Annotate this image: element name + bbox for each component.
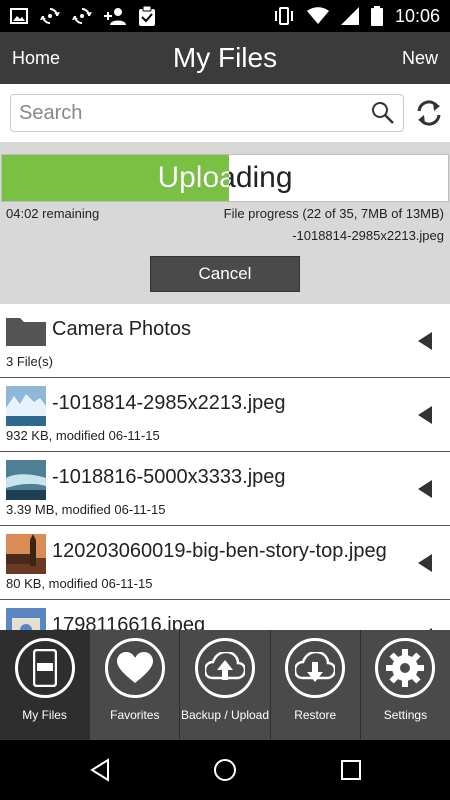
list-item-file[interactable]: -1018814-2985x2213.jpeg 932 KB, modified… xyxy=(0,378,450,452)
file-list: Camera Photos 3 File(s) -1018814-2985x22… xyxy=(0,304,450,630)
file-name: 120203060019-big-ben-story-top.jpeg xyxy=(52,540,387,562)
notification-icons xyxy=(10,6,156,26)
upload-current-file: -1018814-2985x2213.jpeg xyxy=(292,228,444,243)
vibrate-icon xyxy=(274,7,293,25)
app-header: Home My Files New xyxy=(0,32,450,84)
search-input[interactable] xyxy=(19,95,369,131)
heart-icon xyxy=(104,638,165,698)
list-item-file[interactable]: -1018816-5000x3333.jpeg 3.39 MB, modifie… xyxy=(0,452,450,526)
tab-my-files[interactable]: My Files xyxy=(0,630,91,740)
expand-arrow-icon[interactable] xyxy=(418,332,432,350)
system-icons: 10:06 xyxy=(273,6,440,27)
list-item-file[interactable]: 1798116616.jpeg xyxy=(0,600,450,630)
search-box xyxy=(10,94,404,132)
file-name: -1018816-5000x3333.jpeg xyxy=(52,466,286,488)
expand-arrow-icon[interactable] xyxy=(418,406,432,424)
home-button[interactable]: Home xyxy=(12,48,60,69)
upload-progress-bar: Uploading Uploading xyxy=(1,154,449,202)
wifi-icon xyxy=(306,7,329,24)
page-title: My Files xyxy=(172,42,278,73)
refresh-icon[interactable] xyxy=(414,98,444,128)
cloud-upload-icon xyxy=(195,638,255,698)
add-person-icon xyxy=(104,8,126,25)
file-meta: 932 KB, modified 06-11-15 xyxy=(6,428,160,443)
file-name: Camera Photos xyxy=(52,318,191,340)
bottom-tab-bar: My Files Favorites Backup / Upload Resto… xyxy=(0,630,450,740)
upload-remaining-time: 04:02 remaining xyxy=(6,206,100,221)
search-row xyxy=(0,84,450,142)
file-name: 1798116616.jpeg xyxy=(52,614,206,630)
gear-icon xyxy=(375,638,436,698)
tab-label: Backup / Upload xyxy=(180,708,270,722)
search-icon[interactable] xyxy=(371,101,395,125)
upload-progress-label-inverse: Uploading xyxy=(157,161,229,194)
tab-label: Settings xyxy=(383,708,428,722)
upload-panel: Uploading Uploading 04:02 remaining File… xyxy=(0,142,450,304)
clipboard-check-icon xyxy=(139,6,155,26)
upload-progress-label-overlay: Uploading xyxy=(2,155,229,201)
sync-icon xyxy=(40,8,60,24)
ice-thumbnail xyxy=(6,460,46,500)
tab-label: Restore xyxy=(294,708,337,722)
phone-icon xyxy=(14,638,75,698)
upload-file-progress: File progress (22 of 35, 7MB of 13MB) xyxy=(223,206,444,221)
folder-icon xyxy=(6,318,46,346)
list-item-file[interactable]: 120203060019-big-ben-story-top.jpeg 80 K… xyxy=(0,526,450,600)
tab-backup-upload[interactable]: Backup / Upload xyxy=(180,630,271,740)
file-meta: 80 KB, modified 06-11-15 xyxy=(6,576,153,591)
file-meta: 3.39 MB, modified 06-11-15 xyxy=(6,502,166,517)
tab-label: My Files xyxy=(22,708,67,722)
file-meta: 3 File(s) xyxy=(6,354,53,369)
file-name: -1018814-2985x2213.jpeg xyxy=(52,392,286,414)
sync-icon xyxy=(72,8,92,24)
list-item-folder[interactable]: Camera Photos 3 File(s) xyxy=(0,304,450,378)
tab-settings[interactable]: Settings xyxy=(361,630,450,740)
home-icon[interactable] xyxy=(213,758,237,782)
tab-favorites[interactable]: Favorites xyxy=(90,630,181,740)
cloud-download-icon xyxy=(285,638,346,698)
image-icon xyxy=(10,8,28,24)
signal-icon xyxy=(340,7,359,25)
cancel-button[interactable]: Cancel xyxy=(150,256,300,292)
tab-label: Favorites xyxy=(110,708,160,722)
battery-icon xyxy=(370,6,383,26)
back-icon[interactable] xyxy=(88,758,112,782)
expand-arrow-icon[interactable] xyxy=(418,554,432,572)
clock: 10:06 xyxy=(394,5,440,26)
new-button[interactable]: New xyxy=(402,48,438,69)
recents-icon[interactable] xyxy=(339,758,363,782)
glacier-thumbnail xyxy=(6,386,46,426)
expand-arrow-icon[interactable] xyxy=(418,480,432,498)
arch-thumbnail xyxy=(6,608,46,630)
big-ben-thumbnail xyxy=(6,534,46,574)
status-bar: 10:06 xyxy=(0,0,450,32)
android-nav-bar xyxy=(0,740,450,800)
tab-restore[interactable]: Restore xyxy=(271,630,361,740)
